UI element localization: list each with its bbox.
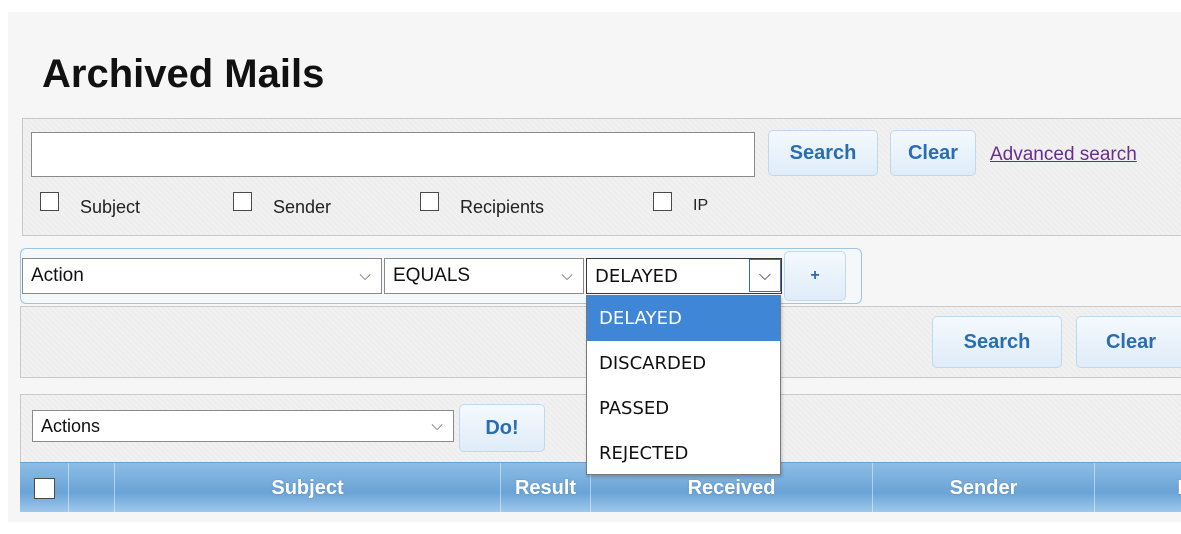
search-input[interactable]: [31, 132, 755, 177]
column-header-subject[interactable]: Subject: [114, 463, 500, 513]
column-header-sender[interactable]: Sender: [872, 463, 1094, 513]
filter-value-current: DELAYED: [595, 265, 678, 287]
column-header-result[interactable]: Result: [500, 463, 590, 513]
dropdown-option-discarded[interactable]: DISCARDED: [587, 341, 780, 386]
sender-checkbox-label: Sender: [273, 197, 332, 217]
filter-operator-select[interactable]: EQUALS ⌵: [384, 258, 584, 294]
bulk-actions-select[interactable]: Actions ⌵: [32, 410, 454, 442]
subject-checkbox-label: Subject: [80, 197, 141, 217]
column-header-partial[interactable]: I: [1094, 463, 1181, 513]
dropdown-option-passed[interactable]: PASSED: [587, 386, 780, 431]
ip-checkbox-label: IP: [693, 197, 709, 214]
table-header-cell: [68, 463, 114, 513]
chevron-down-icon: ⌵: [359, 267, 371, 284]
advanced-search-link[interactable]: Advanced search: [990, 144, 1137, 166]
add-filter-button[interactable]: +: [784, 251, 846, 301]
dropdown-option-rejected[interactable]: REJECTED: [587, 431, 780, 476]
chevron-down-icon: ⌵: [431, 417, 443, 434]
subject-checkbox[interactable]: [40, 192, 59, 211]
clear-button[interactable]: Clear: [890, 130, 976, 176]
sender-checkbox[interactable]: [233, 192, 252, 211]
recipients-checkbox-label: Recipients: [460, 197, 545, 217]
filter-search-button[interactable]: Search: [932, 316, 1062, 368]
search-button[interactable]: Search: [768, 130, 878, 176]
filter-value-select[interactable]: DELAYED ⌵: [586, 258, 782, 294]
filter-clear-button[interactable]: Clear: [1076, 316, 1181, 368]
ip-checkbox[interactable]: [653, 192, 672, 211]
chevron-down-icon[interactable]: ⌵: [749, 259, 781, 292]
dropdown-option-delayed[interactable]: DELAYED: [587, 296, 780, 341]
chevron-down-icon: ⌵: [561, 267, 573, 284]
page-title: Archived Mails: [42, 52, 325, 96]
filter-field-value: Action: [31, 265, 84, 286]
filter-field-select[interactable]: Action ⌵: [22, 258, 382, 294]
filter-value-dropdown: DELAYED DISCARDED PASSED REJECTED: [586, 295, 781, 475]
select-all-checkbox[interactable]: [34, 478, 55, 499]
do-button[interactable]: Do!: [459, 404, 545, 452]
recipients-checkbox[interactable]: [420, 192, 439, 211]
filter-operator-value: EQUALS: [393, 265, 471, 286]
bulk-actions-value: Actions: [41, 415, 101, 436]
